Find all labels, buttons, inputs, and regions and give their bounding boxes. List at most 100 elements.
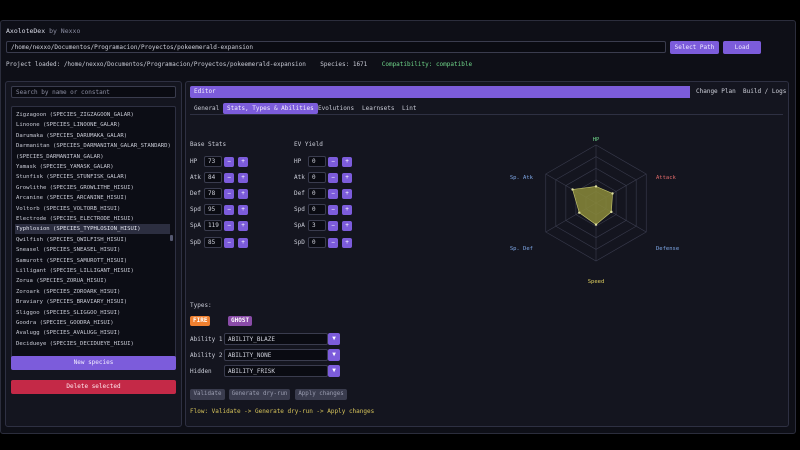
base_stats-label: Def <box>190 190 201 197</box>
list-item[interactable]: Stunfisk (SPECIES_STUNFISK_GALAR) <box>15 172 170 182</box>
list-item[interactable]: Typhlosion (SPECIES_TYPHLOSION_HISUI) <box>15 224 170 235</box>
radar-point-attack <box>611 192 614 195</box>
ev_yield-decrement-button[interactable]: − <box>328 156 338 167</box>
species-list[interactable]: Zigzagoon (SPECIES_ZIGZAGOON_GALAR) Linoo… <box>11 106 176 364</box>
tab-editor[interactable]: Editor <box>190 86 690 98</box>
validate-button[interactable]: Validate <box>190 389 225 400</box>
base_stats-value-input[interactable]: 85 <box>204 237 222 248</box>
base_stats-decrement-button[interactable]: − <box>224 220 234 231</box>
ability-select[interactable]: ABILITY_FRISK <box>224 365 328 377</box>
stats-radar-chart: HP Attack Defense Speed Sp. Def Sp. Atk <box>510 137 679 285</box>
chevron-down-icon[interactable]: ▼ <box>328 349 340 361</box>
ev_yield-decrement-button[interactable]: − <box>328 172 338 183</box>
load-button[interactable]: Load <box>723 41 761 54</box>
list-item[interactable]: Yamask (SPECIES_YAMASK_GALAR) <box>15 162 170 172</box>
ev_yield-decrement-button[interactable]: − <box>328 220 338 231</box>
list-scrollbar[interactable] <box>170 235 173 241</box>
ability-select[interactable]: ABILITY_BLAZE <box>224 333 328 345</box>
base_stats-value-input[interactable]: 78 <box>204 188 222 199</box>
new-species-button[interactable]: New species <box>11 356 176 370</box>
ev_yield-decrement-button[interactable]: − <box>328 204 338 215</box>
radar-label-defense: Defense <box>656 246 679 252</box>
base_stats-value-input[interactable]: 84 <box>204 172 222 183</box>
list-item[interactable]: Zigzagoon (SPECIES_ZIGZAGOON_GALAR) <box>15 110 170 120</box>
tab-build-logs[interactable]: Build / Logs <box>743 88 786 95</box>
project-status: Project loaded: /home/nexxo/Documentos/P… <box>6 61 473 68</box>
flow-hint: Flow: Validate -> Generate dry-run -> Ap… <box>190 408 375 415</box>
list-item[interactable]: Linoone (SPECIES_LINOONE_GALAR) <box>15 120 170 130</box>
select-path-button[interactable]: Select Path <box>670 41 719 54</box>
ev_yield-value-input[interactable]: 0 <box>308 204 326 215</box>
species-search-input[interactable]: Search by name or constant <box>11 86 176 98</box>
ev_yield-value-input[interactable]: 0 <box>308 188 326 199</box>
radar-point-spdef <box>578 211 581 214</box>
list-item[interactable]: Sneasel (SPECIES_SNEASEL_HISUI) <box>15 245 170 255</box>
gear-icon[interactable] <box>772 432 783 434</box>
list-item[interactable]: Goodra (SPECIES_GOODRA_HISUI) <box>15 318 170 328</box>
list-item[interactable]: Arcanine (SPECIES_ARCANINE_HISUI) <box>15 193 170 203</box>
base_stats-value-input[interactable]: 119 <box>204 220 222 231</box>
ev_yield-decrement-button[interactable]: − <box>328 237 338 248</box>
list-item[interactable]: Lilligant (SPECIES_LILLIGANT_HISUI) <box>15 266 170 276</box>
subtab-learnsets[interactable]: Learnsets <box>358 103 399 114</box>
type-badge-ghost[interactable]: GHOST <box>228 316 253 326</box>
base_stats-value-input[interactable]: 95 <box>204 204 222 215</box>
base_stats-decrement-button[interactable]: − <box>224 172 234 183</box>
ev_yield-increment-button[interactable]: + <box>342 188 352 199</box>
list-item[interactable]: Zorua (SPECIES_ZORUA_HISUI) <box>15 276 170 286</box>
base_stats-label: SpD <box>190 239 201 246</box>
base_stats-decrement-button[interactable]: − <box>224 204 234 215</box>
base_stats-increment-button[interactable]: + <box>238 204 248 215</box>
apply-changes-button[interactable]: Apply changes <box>295 389 347 400</box>
base_stats-increment-button[interactable]: + <box>238 220 248 231</box>
ability-select[interactable]: ABILITY_NONE <box>224 349 328 361</box>
base_stats-increment-button[interactable]: + <box>238 188 248 199</box>
ev_yield-value-input[interactable]: 0 <box>308 237 326 248</box>
list-item[interactable]: Samurott (SPECIES_SAMUROTT_HISUI) <box>15 256 170 266</box>
list-item[interactable]: Zoroark (SPECIES_ZOROARK_HISUI) <box>15 287 170 297</box>
ev_yield-value-input[interactable]: 0 <box>308 172 326 183</box>
ability-label: Ability 2 <box>190 352 223 359</box>
subtab-stats[interactable]: Stats, Types & Abilities <box>223 103 318 114</box>
type-badge-fire[interactable]: FIRE <box>190 316 211 326</box>
base_stats-increment-button[interactable]: + <box>238 172 248 183</box>
subtab-general[interactable]: General <box>190 103 223 114</box>
list-item[interactable]: Darmanitan (SPECIES_DARMANITAN_GALAR_STA… <box>15 141 170 151</box>
subtab-evolutions[interactable]: Evolutions <box>314 103 358 114</box>
subtab-lint[interactable]: Lint <box>398 103 420 114</box>
list-item[interactable]: Decidueye (SPECIES_DECIDUEYE_HISUI) <box>15 339 170 349</box>
ev_yield-increment-button[interactable]: + <box>342 156 352 167</box>
list-item[interactable]: Qwilfish (SPECIES_QWILFISH_HISUI) <box>15 235 170 245</box>
delete-selected-button[interactable]: Delete selected <box>11 380 176 394</box>
ev_yield-value-input[interactable]: 0 <box>308 156 326 167</box>
ev_yield-label: Def <box>294 190 305 197</box>
ev_yield-increment-button[interactable]: + <box>342 204 352 215</box>
list-item[interactable]: (SPECIES_DARMANITAN_GALAR) <box>15 152 170 162</box>
base_stats-increment-button[interactable]: + <box>238 156 248 167</box>
ev_yield-increment-button[interactable]: + <box>342 237 352 248</box>
radar-stat-shape <box>572 186 613 225</box>
chevron-down-icon[interactable]: ▼ <box>328 333 340 345</box>
ev_yield-increment-button[interactable]: + <box>342 220 352 231</box>
base_stats-value-input[interactable]: 73 <box>204 156 222 167</box>
ev_yield-value-input[interactable]: 3 <box>308 220 326 231</box>
project-path-input[interactable]: /home/nexxo/Documentos/Programacion/Proy… <box>6 41 666 53</box>
dry-run-button[interactable]: Generate dry-run <box>229 389 290 400</box>
tab-change-plan[interactable]: Change Plan <box>696 88 736 95</box>
list-item[interactable]: Braviary (SPECIES_BRAVIARY_HISUI) <box>15 297 170 307</box>
list-item[interactable]: Darumaka (SPECIES_DARUMAKA_GALAR) <box>15 131 170 141</box>
radar-label-hp: HP <box>593 137 600 143</box>
base_stats-decrement-button[interactable]: − <box>224 237 234 248</box>
list-item[interactable]: Voltorb (SPECIES_VOLTORB_HISUI) <box>15 204 170 214</box>
list-item[interactable]: Avalugg (SPECIES_AVALUGG_HISUI) <box>15 328 170 338</box>
list-item[interactable]: Sliggoo (SPECIES_SLIGGOO_HISUI) <box>15 308 170 318</box>
radar-label-spatk: Sp. Atk <box>510 175 534 181</box>
base_stats-decrement-button[interactable]: − <box>224 188 234 199</box>
ev_yield-increment-button[interactable]: + <box>342 172 352 183</box>
list-item[interactable]: Electrode (SPECIES_ELECTRODE_HISUI) <box>15 214 170 224</box>
base_stats-increment-button[interactable]: + <box>238 237 248 248</box>
ev_yield-decrement-button[interactable]: − <box>328 188 338 199</box>
chevron-down-icon[interactable]: ▼ <box>328 365 340 377</box>
base_stats-decrement-button[interactable]: − <box>224 156 234 167</box>
list-item[interactable]: Growlithe (SPECIES_GROWLITHE_HISUI) <box>15 183 170 193</box>
